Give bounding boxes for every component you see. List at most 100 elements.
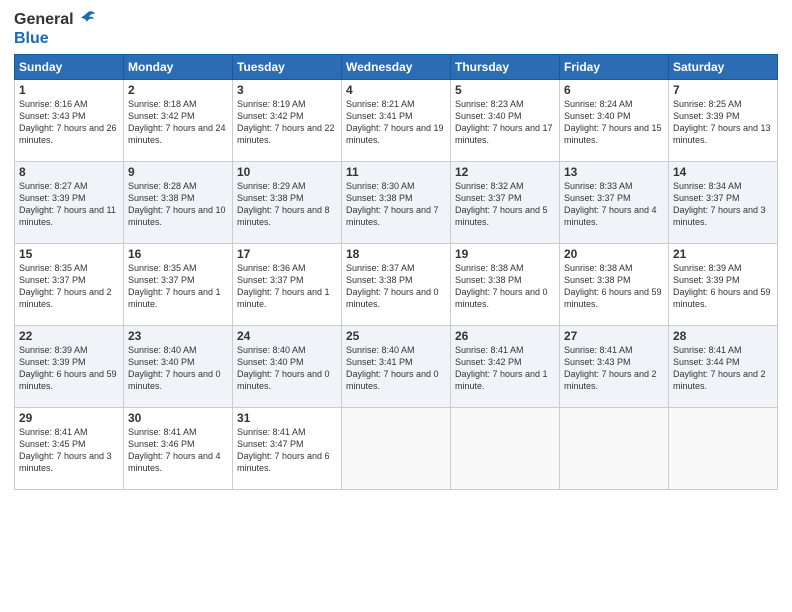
calendar-week-4: 29 Sunrise: 8:41 AMSunset: 3:45 PMDaylig… (15, 408, 778, 490)
calendar-cell: 20 Sunrise: 8:38 AMSunset: 3:38 PMDaylig… (560, 244, 669, 326)
cell-info: Sunrise: 8:41 AMSunset: 3:44 PMDaylight:… (673, 344, 773, 393)
day-number: 6 (564, 83, 664, 97)
calendar-cell: 12 Sunrise: 8:32 AMSunset: 3:37 PMDaylig… (451, 162, 560, 244)
day-number: 24 (237, 329, 337, 343)
day-number: 29 (19, 411, 119, 425)
calendar-cell: 18 Sunrise: 8:37 AMSunset: 3:38 PMDaylig… (342, 244, 451, 326)
day-number: 12 (455, 165, 555, 179)
day-number: 23 (128, 329, 228, 343)
cell-info: Sunrise: 8:41 AMSunset: 3:45 PMDaylight:… (19, 426, 119, 475)
calendar-cell: 28 Sunrise: 8:41 AMSunset: 3:44 PMDaylig… (669, 326, 778, 408)
logo: General Blue (14, 10, 98, 48)
calendar-cell: 25 Sunrise: 8:40 AMSunset: 3:41 PMDaylig… (342, 326, 451, 408)
bird-icon (76, 8, 98, 30)
calendar-cell: 19 Sunrise: 8:38 AMSunset: 3:38 PMDaylig… (451, 244, 560, 326)
cell-info: Sunrise: 8:39 AMSunset: 3:39 PMDaylight:… (673, 262, 773, 311)
day-number: 4 (346, 83, 446, 97)
cell-info: Sunrise: 8:40 AMSunset: 3:40 PMDaylight:… (128, 344, 228, 393)
col-sunday: Sunday (15, 55, 124, 80)
cell-info: Sunrise: 8:38 AMSunset: 3:38 PMDaylight:… (455, 262, 555, 311)
cell-info: Sunrise: 8:33 AMSunset: 3:37 PMDaylight:… (564, 180, 664, 229)
calendar-cell: 27 Sunrise: 8:41 AMSunset: 3:43 PMDaylig… (560, 326, 669, 408)
logo-inner: General (14, 10, 98, 30)
day-number: 30 (128, 411, 228, 425)
day-number: 31 (237, 411, 337, 425)
day-number: 17 (237, 247, 337, 261)
day-number: 18 (346, 247, 446, 261)
cell-info: Sunrise: 8:29 AMSunset: 3:38 PMDaylight:… (237, 180, 337, 229)
col-wednesday: Wednesday (342, 55, 451, 80)
header-row: Sunday Monday Tuesday Wednesday Thursday… (15, 55, 778, 80)
day-number: 10 (237, 165, 337, 179)
calendar-cell: 2 Sunrise: 8:18 AMSunset: 3:42 PMDayligh… (124, 80, 233, 162)
cell-info: Sunrise: 8:36 AMSunset: 3:37 PMDaylight:… (237, 262, 337, 311)
col-friday: Friday (560, 55, 669, 80)
calendar-cell: 4 Sunrise: 8:21 AMSunset: 3:41 PMDayligh… (342, 80, 451, 162)
day-number: 21 (673, 247, 773, 261)
cell-info: Sunrise: 8:28 AMSunset: 3:38 PMDaylight:… (128, 180, 228, 229)
cell-info: Sunrise: 8:32 AMSunset: 3:37 PMDaylight:… (455, 180, 555, 229)
calendar-table: Sunday Monday Tuesday Wednesday Thursday… (14, 54, 778, 490)
cell-info: Sunrise: 8:21 AMSunset: 3:41 PMDaylight:… (346, 98, 446, 147)
calendar-cell: 8 Sunrise: 8:27 AMSunset: 3:39 PMDayligh… (15, 162, 124, 244)
cell-info: Sunrise: 8:39 AMSunset: 3:39 PMDaylight:… (19, 344, 119, 393)
cell-info: Sunrise: 8:41 AMSunset: 3:46 PMDaylight:… (128, 426, 228, 475)
logo-blue-line: Blue (14, 30, 49, 48)
col-saturday: Saturday (669, 55, 778, 80)
calendar-week-3: 22 Sunrise: 8:39 AMSunset: 3:39 PMDaylig… (15, 326, 778, 408)
day-number: 13 (564, 165, 664, 179)
cell-info: Sunrise: 8:34 AMSunset: 3:37 PMDaylight:… (673, 180, 773, 229)
day-number: 8 (19, 165, 119, 179)
day-number: 1 (19, 83, 119, 97)
calendar-cell: 7 Sunrise: 8:25 AMSunset: 3:39 PMDayligh… (669, 80, 778, 162)
cell-info: Sunrise: 8:41 AMSunset: 3:47 PMDaylight:… (237, 426, 337, 475)
day-number: 9 (128, 165, 228, 179)
calendar-week-1: 8 Sunrise: 8:27 AMSunset: 3:39 PMDayligh… (15, 162, 778, 244)
calendar-week-0: 1 Sunrise: 8:16 AMSunset: 3:43 PMDayligh… (15, 80, 778, 162)
calendar-cell: 23 Sunrise: 8:40 AMSunset: 3:40 PMDaylig… (124, 326, 233, 408)
calendar-cell: 9 Sunrise: 8:28 AMSunset: 3:38 PMDayligh… (124, 162, 233, 244)
cell-info: Sunrise: 8:40 AMSunset: 3:40 PMDaylight:… (237, 344, 337, 393)
header: General Blue (14, 10, 778, 48)
calendar-cell: 30 Sunrise: 8:41 AMSunset: 3:46 PMDaylig… (124, 408, 233, 490)
calendar-cell: 29 Sunrise: 8:41 AMSunset: 3:45 PMDaylig… (15, 408, 124, 490)
cell-info: Sunrise: 8:40 AMSunset: 3:41 PMDaylight:… (346, 344, 446, 393)
calendar-cell: 3 Sunrise: 8:19 AMSunset: 3:42 PMDayligh… (233, 80, 342, 162)
cell-info: Sunrise: 8:41 AMSunset: 3:42 PMDaylight:… (455, 344, 555, 393)
calendar-cell (342, 408, 451, 490)
cell-info: Sunrise: 8:24 AMSunset: 3:40 PMDaylight:… (564, 98, 664, 147)
cell-info: Sunrise: 8:35 AMSunset: 3:37 PMDaylight:… (19, 262, 119, 311)
day-number: 3 (237, 83, 337, 97)
cell-info: Sunrise: 8:37 AMSunset: 3:38 PMDaylight:… (346, 262, 446, 311)
calendar-cell: 17 Sunrise: 8:36 AMSunset: 3:37 PMDaylig… (233, 244, 342, 326)
calendar-cell: 21 Sunrise: 8:39 AMSunset: 3:39 PMDaylig… (669, 244, 778, 326)
calendar-cell: 1 Sunrise: 8:16 AMSunset: 3:43 PMDayligh… (15, 80, 124, 162)
calendar-cell: 10 Sunrise: 8:29 AMSunset: 3:38 PMDaylig… (233, 162, 342, 244)
day-number: 20 (564, 247, 664, 261)
day-number: 11 (346, 165, 446, 179)
cell-info: Sunrise: 8:35 AMSunset: 3:37 PMDaylight:… (128, 262, 228, 311)
calendar-cell: 6 Sunrise: 8:24 AMSunset: 3:40 PMDayligh… (560, 80, 669, 162)
calendar-cell (560, 408, 669, 490)
calendar-cell: 24 Sunrise: 8:40 AMSunset: 3:40 PMDaylig… (233, 326, 342, 408)
col-tuesday: Tuesday (233, 55, 342, 80)
cell-info: Sunrise: 8:23 AMSunset: 3:40 PMDaylight:… (455, 98, 555, 147)
calendar-week-2: 15 Sunrise: 8:35 AMSunset: 3:37 PMDaylig… (15, 244, 778, 326)
calendar-cell (451, 408, 560, 490)
calendar-cell: 31 Sunrise: 8:41 AMSunset: 3:47 PMDaylig… (233, 408, 342, 490)
col-monday: Monday (124, 55, 233, 80)
day-number: 26 (455, 329, 555, 343)
col-thursday: Thursday (451, 55, 560, 80)
day-number: 15 (19, 247, 119, 261)
day-number: 5 (455, 83, 555, 97)
calendar-cell: 14 Sunrise: 8:34 AMSunset: 3:37 PMDaylig… (669, 162, 778, 244)
cell-info: Sunrise: 8:19 AMSunset: 3:42 PMDaylight:… (237, 98, 337, 147)
day-number: 22 (19, 329, 119, 343)
day-number: 28 (673, 329, 773, 343)
cell-info: Sunrise: 8:38 AMSunset: 3:38 PMDaylight:… (564, 262, 664, 311)
day-number: 27 (564, 329, 664, 343)
calendar-cell: 16 Sunrise: 8:35 AMSunset: 3:37 PMDaylig… (124, 244, 233, 326)
calendar-cell: 26 Sunrise: 8:41 AMSunset: 3:42 PMDaylig… (451, 326, 560, 408)
calendar-cell (669, 408, 778, 490)
day-number: 2 (128, 83, 228, 97)
